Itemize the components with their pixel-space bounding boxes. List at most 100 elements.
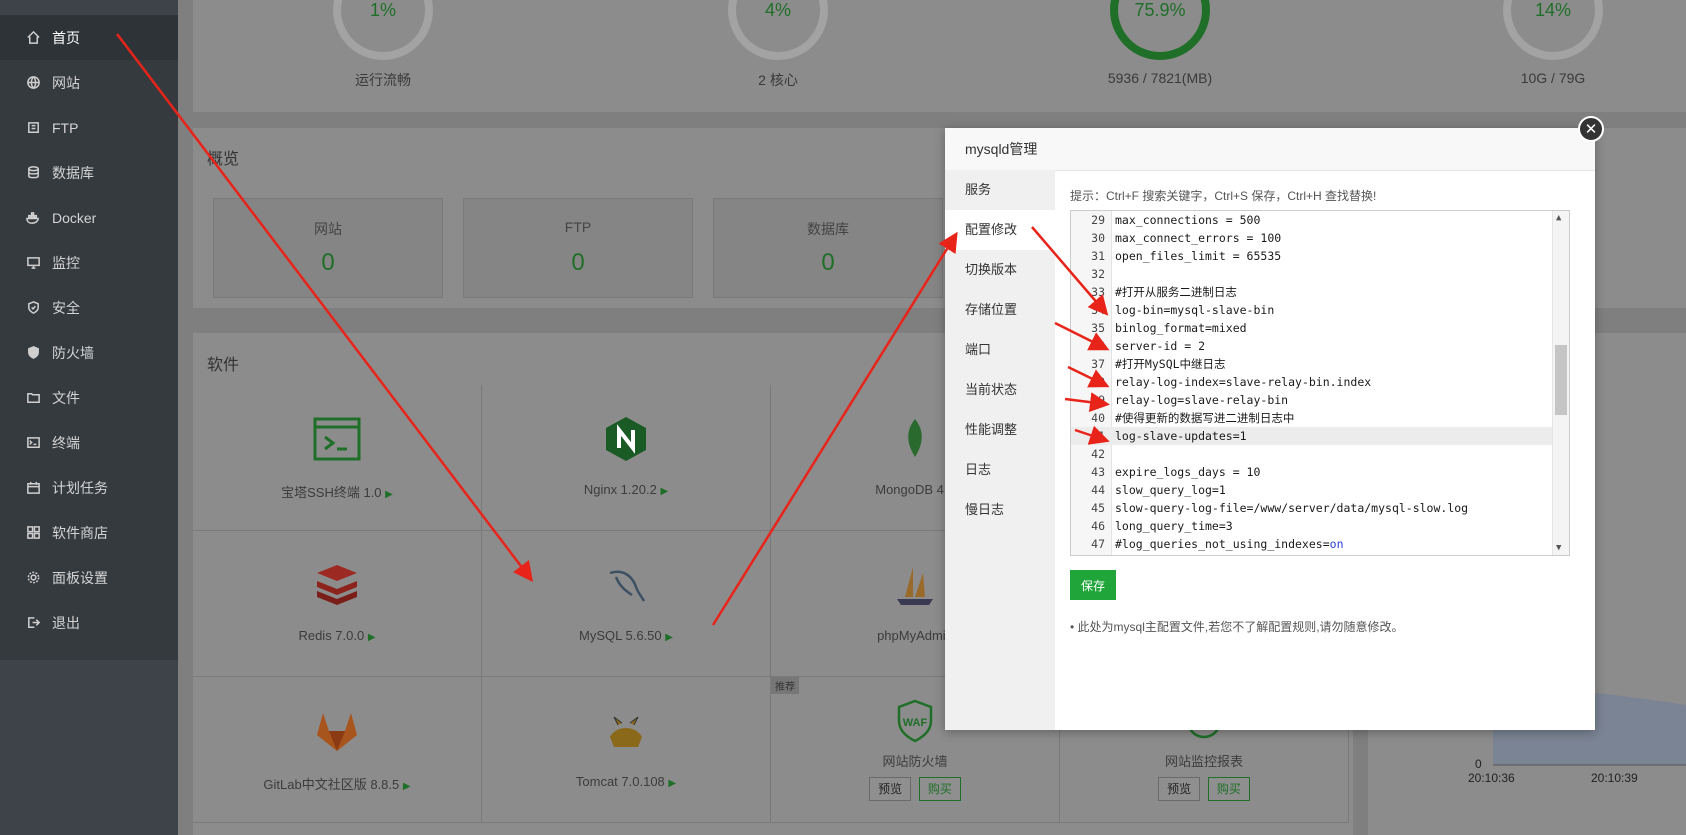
sidebar-item-terminal[interactable]: 终端 xyxy=(0,420,178,465)
overview-ftp-box[interactable]: FTP 0 xyxy=(463,198,693,298)
sidebar-item-firewall[interactable]: 防火墙 xyxy=(0,330,178,375)
sidebar-item-database[interactable]: 数据库 xyxy=(0,150,178,195)
svg-text:WAF: WAF xyxy=(903,717,928,729)
preview-button[interactable]: 预览 xyxy=(869,777,912,801)
sidebar-item-label: 防火墙 xyxy=(52,344,94,361)
sidebar-item-cron[interactable]: 计划任务 xyxy=(0,465,178,510)
docker-icon xyxy=(24,209,42,227)
software-mysql[interactable]: MySQL 5.6.50 ▶ xyxy=(482,531,771,677)
line-text: open_files_limit = 65535 xyxy=(1115,249,1282,263)
sidebar-item-store[interactable]: 软件商店 xyxy=(0,510,178,555)
sidebar: 首页 网站 FTP 数据库 Docker 监控 安全 防火墙 文件 终端 计划任… xyxy=(0,0,178,835)
play-icon[interactable]: ▶ xyxy=(665,632,673,643)
play-icon[interactable]: ▶ xyxy=(668,778,676,789)
monitor-icon xyxy=(24,254,42,272)
software-gitlab[interactable]: GitLab中文社区版 8.8.5 ▶ xyxy=(193,677,482,823)
line-keyword: on xyxy=(1329,537,1344,551)
code-line[interactable]: 37 #打开MySQL中继日志 xyxy=(1071,355,1553,373)
software-ssh[interactable]: 宝塔SSH终端 1.0 ▶ xyxy=(193,385,482,531)
nav-log[interactable]: 日志 xyxy=(945,450,1055,490)
calendar-icon xyxy=(24,479,42,497)
editor-hint: 提示：Ctrl+F 搜索关键字，Ctrl+S 保存，Ctrl+H 查找替换! xyxy=(1070,189,1377,203)
disk-gauge-label: 10G / 79G xyxy=(1520,70,1586,86)
sidebar-item-settings[interactable]: 面板设置 xyxy=(0,555,178,600)
software-redis[interactable]: Redis 7.0.0 ▶ xyxy=(193,531,482,677)
code-line[interactable]: 36 server-id = 2 xyxy=(1071,337,1553,355)
line-text: max_connect_errors = 100 xyxy=(1115,231,1282,245)
code-line[interactable]: 47 #log_queries_not_using_indexes=on xyxy=(1071,535,1553,553)
mongodb-icon xyxy=(908,419,922,457)
code-line[interactable]: 43 expire_logs_days = 10 xyxy=(1071,463,1553,481)
overview-website-box[interactable]: 网站 0 xyxy=(213,198,443,298)
folder-icon xyxy=(24,389,42,407)
sidebar-item-docker[interactable]: Docker xyxy=(0,195,178,240)
buy-button[interactable]: 购买 xyxy=(918,777,961,801)
code-line[interactable]: 39 relay-log=slave-relay-bin xyxy=(1071,391,1553,409)
grid-icon xyxy=(24,524,42,542)
tomcat-icon xyxy=(610,716,642,747)
memory-gauge-value: 75.9% xyxy=(1134,0,1186,20)
code-line[interactable]: 34 log-bin=mysql-slave-bin xyxy=(1071,301,1553,319)
nav-current-status[interactable]: 当前状态 xyxy=(945,370,1055,410)
scroll-up-icon[interactable]: ▲ xyxy=(1556,213,1561,223)
line-text: relay-log-index=slave-relay-bin.index xyxy=(1115,375,1372,389)
code-line[interactable]: 38 relay-log-index=slave-relay-bin.index xyxy=(1071,373,1553,391)
software-tomcat[interactable]: Tomcat 7.0.108 ▶ xyxy=(482,677,771,823)
sidebar-item-monitor[interactable]: 监控 xyxy=(0,240,178,285)
close-icon[interactable]: ✕ xyxy=(1578,116,1604,142)
software-name: 网站防火墙 xyxy=(882,754,948,769)
nav-port[interactable]: 端口 xyxy=(945,330,1055,370)
line-number: 42 xyxy=(1091,447,1105,461)
play-icon[interactable]: ▶ xyxy=(403,781,411,792)
scroll-thumb[interactable] xyxy=(1555,345,1567,415)
nav-switch-version[interactable]: 切换版本 xyxy=(945,250,1055,290)
sidebar-item-label: FTP xyxy=(52,119,79,136)
code-line[interactable]: 44 slow_query_log=1 xyxy=(1071,481,1553,499)
sidebar-item-files[interactable]: 文件 xyxy=(0,375,178,420)
play-icon[interactable]: ▶ xyxy=(660,486,668,497)
scroll-down-icon[interactable]: ▼ xyxy=(1556,543,1561,553)
cpu-gauge-label: 2 核心 xyxy=(758,72,798,88)
sidebar-item-logout[interactable]: 退出 xyxy=(0,600,178,645)
code-line[interactable]: 40 #使得更新的数据写进二进制日志中 xyxy=(1071,409,1553,427)
nav-slow-log[interactable]: 慢日志 xyxy=(945,490,1055,530)
software-name: Tomcat 7.0.108 xyxy=(575,774,665,789)
gitlab-icon xyxy=(317,713,357,751)
software-nginx[interactable]: Nginx 1.20.2 ▶ xyxy=(482,385,771,531)
line-number: 35 xyxy=(1091,321,1105,335)
code-line[interactable]: 35 binlog_format=mixed xyxy=(1071,319,1553,337)
dialog-body: 提示：Ctrl+F 搜索关键字，Ctrl+S 保存，Ctrl+H 查找替换! 2… xyxy=(1055,170,1595,730)
sidebar-item-label: 退出 xyxy=(52,614,80,631)
code-line[interactable]: 32 xyxy=(1071,265,1553,283)
code-line[interactable]: 30 max_connect_errors = 100 xyxy=(1071,229,1553,247)
code-line[interactable]: 33 #打开从服务二进制日志 xyxy=(1071,283,1553,301)
sidebar-item-website[interactable]: 网站 xyxy=(0,60,178,105)
code-line[interactable]: 29 max_connections = 500 xyxy=(1071,211,1553,229)
code-line[interactable]: 46 long_query_time=3 xyxy=(1071,517,1553,535)
code-line[interactable]: 31 open_files_limit = 65535 xyxy=(1071,247,1553,265)
code-line-active[interactable]: 41 log-slave-updates=1 xyxy=(1071,427,1553,445)
play-icon[interactable]: ▶ xyxy=(385,489,393,500)
sidebar-item-home[interactable]: 首页 xyxy=(0,15,178,60)
buy-button[interactable]: 购买 xyxy=(1207,777,1250,801)
nav-storage[interactable]: 存储位置 xyxy=(945,290,1055,330)
save-button[interactable]: 保存 xyxy=(1070,570,1116,600)
play-icon[interactable]: ▶ xyxy=(368,632,376,643)
nav-service[interactable]: 服务 xyxy=(945,170,1055,210)
code-line[interactable]: 45 slow-query-log-file=/www/server/data/m… xyxy=(1071,499,1553,517)
line-text: binlog_format=mixed xyxy=(1115,321,1247,335)
sidebar-item-security[interactable]: 安全 xyxy=(0,285,178,330)
line-number: 43 xyxy=(1091,465,1105,479)
editor-scrollbar[interactable]: ▲ ▼ xyxy=(1552,211,1569,555)
config-editor[interactable]: 29 max_connections = 500 30 max_connect_er… xyxy=(1070,210,1570,556)
software-name: Nginx 1.20.2 xyxy=(583,482,657,497)
mysql-dolphin-icon xyxy=(609,570,646,602)
overview-database-box[interactable]: 数据库 0 xyxy=(713,198,943,298)
nav-performance[interactable]: 性能调整 xyxy=(945,410,1055,450)
nav-config[interactable]: 配置修改 xyxy=(945,210,1055,250)
code-line[interactable]: 42 xyxy=(1071,445,1553,463)
firewall-icon xyxy=(24,344,42,362)
preview-button[interactable]: 预览 xyxy=(1158,777,1201,801)
sidebar-item-ftp[interactable]: FTP xyxy=(0,105,178,150)
overview-ftp-count: 0 xyxy=(571,249,585,276)
